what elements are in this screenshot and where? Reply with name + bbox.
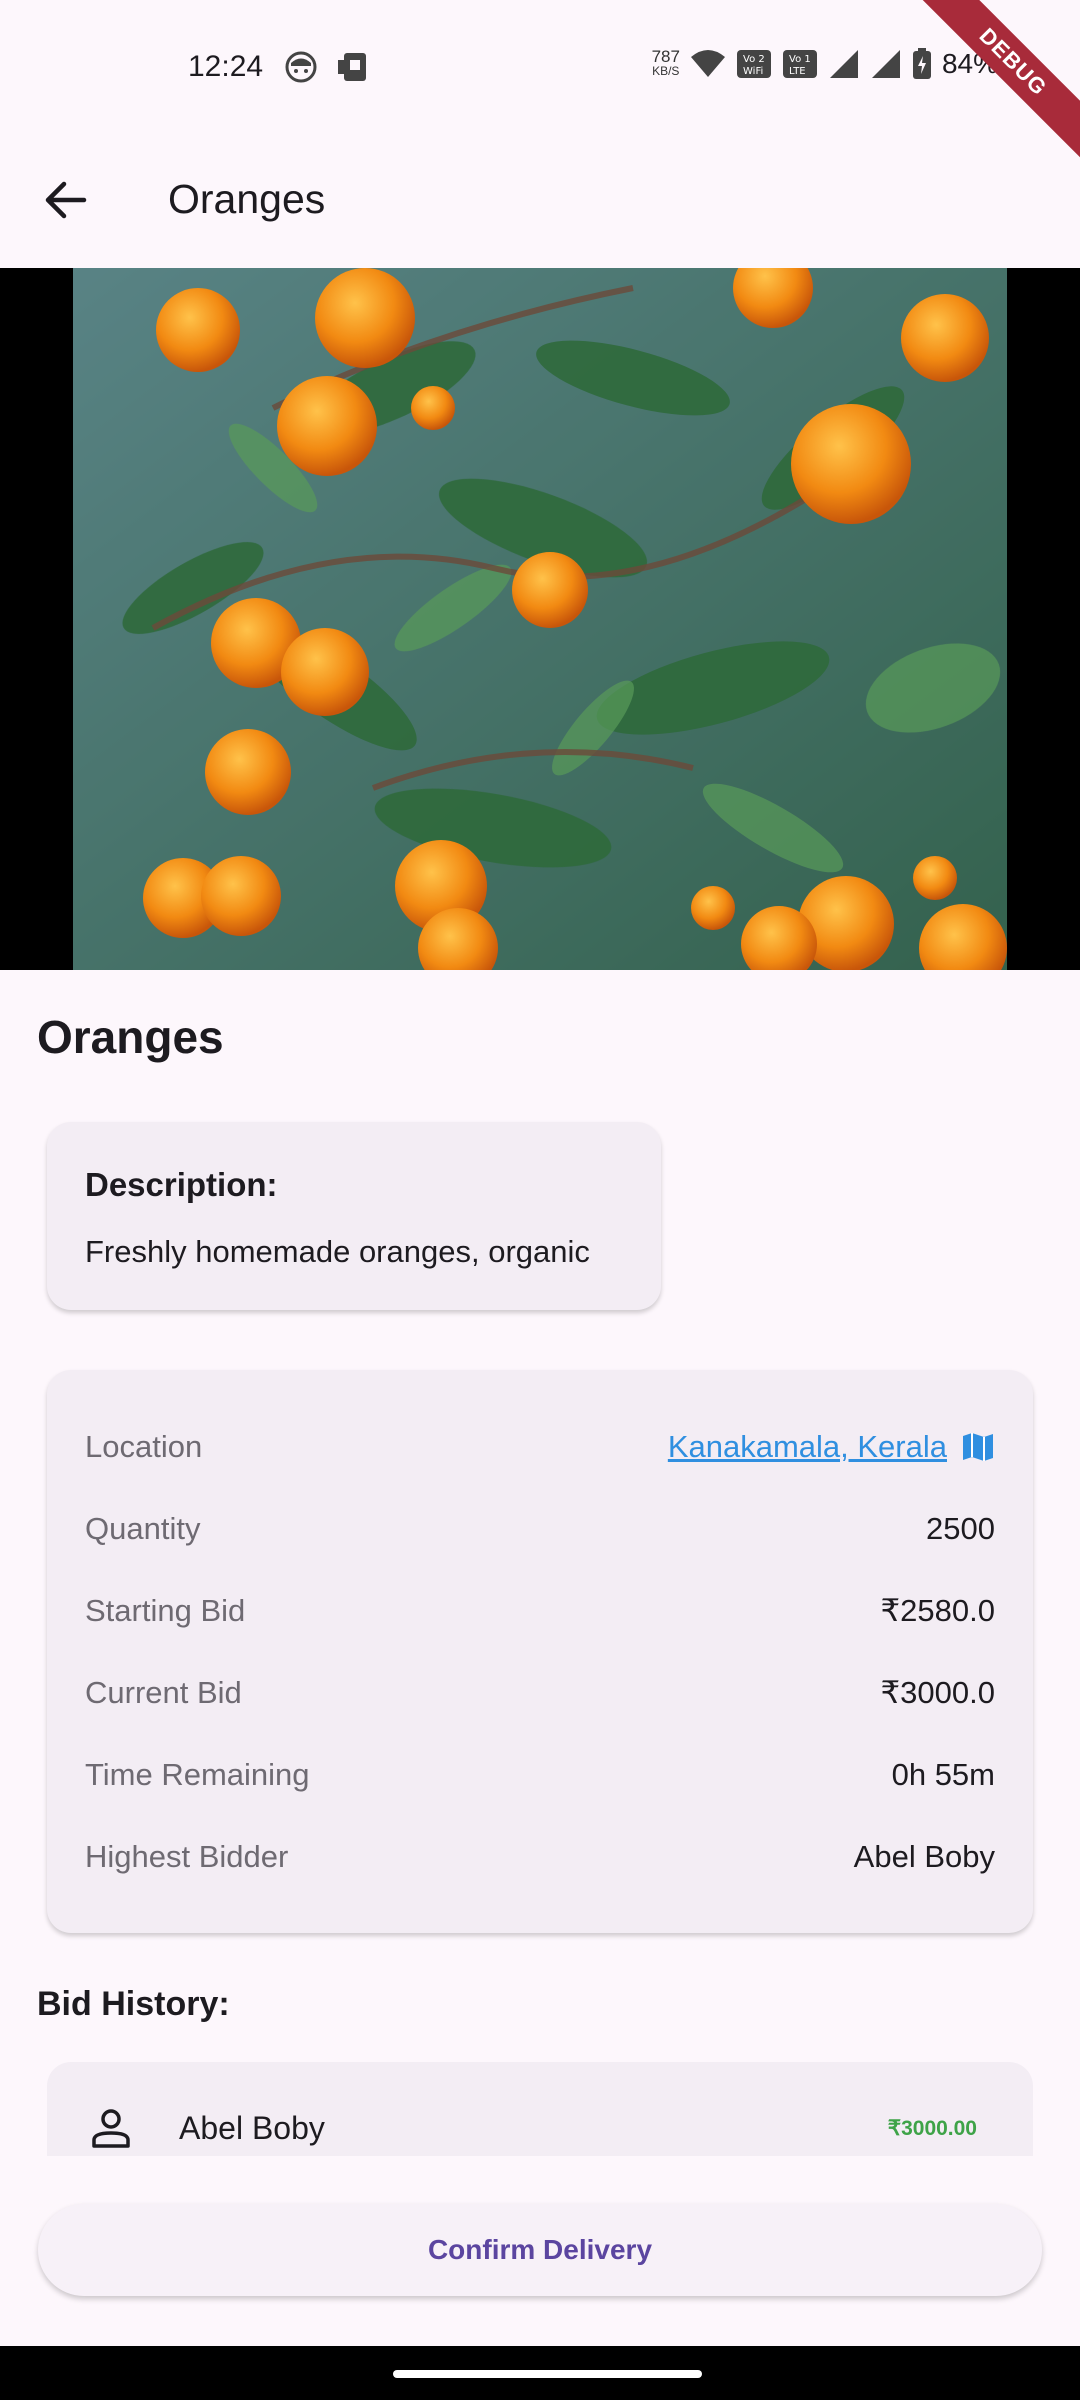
description-heading: Description: bbox=[85, 1166, 278, 1203]
signal-icon bbox=[871, 50, 900, 78]
quantity-value: 2500 bbox=[926, 1511, 995, 1546]
face-icon bbox=[285, 51, 317, 83]
vowifi-icon: Vo 2 WiFi bbox=[736, 50, 771, 78]
bid-history-heading: Bid History: bbox=[37, 1985, 230, 2023]
current-bid-value: ₹3000.0 bbox=[880, 1675, 995, 1710]
starting-bid-value: ₹2580.0 bbox=[880, 1593, 995, 1628]
page-title: Oranges bbox=[168, 176, 326, 222]
location-row: Location Kanakamala, Kerala bbox=[85, 1422, 995, 1472]
current-bid-row: Current Bid ₹3000.0 bbox=[85, 1668, 995, 1718]
person-icon bbox=[92, 2109, 130, 2148]
product-image bbox=[0, 268, 1080, 970]
time-remaining-row: Time Remaining 0h 55m bbox=[85, 1750, 995, 1800]
wifi-icon bbox=[690, 50, 725, 77]
location-label: Location bbox=[85, 1429, 203, 1464]
current-bid-label: Current Bid bbox=[85, 1675, 242, 1710]
svg-text:LTE: LTE bbox=[789, 66, 806, 77]
signal-icon bbox=[829, 50, 858, 78]
bid-amount: ₹3000.00 bbox=[887, 2117, 977, 2140]
system-nav-bar bbox=[0, 2346, 1080, 2400]
net-speed: 787 KB/S bbox=[651, 47, 680, 78]
svg-text:Vo 1: Vo 1 bbox=[789, 54, 811, 65]
product-name: Oranges bbox=[37, 1011, 224, 1063]
debug-banner: DEBUG bbox=[910, 0, 1080, 165]
confirm-delivery-button[interactable]: Confirm Delivery bbox=[38, 2204, 1042, 2296]
status-bar: 12:24 787 KB/S Vo 2 WiFi Vo 1 LTE 84% DE… bbox=[0, 0, 1080, 165]
description-text: Freshly homemade oranges, organic bbox=[85, 1234, 590, 1269]
map-icon bbox=[963, 1433, 993, 1461]
svg-text:WiFi: WiFi bbox=[743, 66, 763, 77]
list-item: Abel Boby ₹3000.00 bbox=[47, 2062, 1033, 2156]
battery-charging-icon bbox=[912, 48, 931, 79]
bidder-name: Abel Boby bbox=[179, 2110, 325, 2146]
description-card: Description: Freshly homemade oranges, o… bbox=[47, 1122, 661, 1310]
highest-bidder-row: Highest Bidder Abel Boby bbox=[85, 1832, 995, 1882]
highest-bidder-value: Abel Boby bbox=[853, 1839, 995, 1874]
sim-card-icon bbox=[338, 53, 366, 81]
starting-bid-label: Starting Bid bbox=[85, 1593, 246, 1628]
starting-bid-row: Starting Bid ₹2580.0 bbox=[85, 1586, 995, 1636]
status-time: 12:24 bbox=[188, 50, 264, 83]
orange-tree-photo bbox=[73, 268, 1007, 970]
highest-bidder-label: Highest Bidder bbox=[85, 1839, 289, 1874]
lte-icon: Vo 1 LTE bbox=[782, 50, 817, 78]
bid-history-list[interactable]: Abel Boby ₹3000.00 bbox=[0, 2040, 1080, 2156]
arrow-back-icon bbox=[45, 181, 87, 219]
time-remaining-value: 0h 55m bbox=[891, 1757, 995, 1792]
location-link[interactable]: Kanakamala, Kerala bbox=[668, 1429, 995, 1465]
svg-text:Vo 2: Vo 2 bbox=[743, 54, 765, 65]
time-remaining-label: Time Remaining bbox=[85, 1757, 310, 1792]
details-card: Location Kanakamala, Kerala Quantity 250… bbox=[47, 1370, 1033, 1933]
app-bar: Oranges bbox=[0, 150, 1080, 250]
back-button[interactable] bbox=[36, 170, 96, 230]
location-value: Kanakamala, Kerala bbox=[667, 1429, 947, 1464]
home-gesture-handle[interactable] bbox=[393, 2370, 702, 2378]
quantity-row: Quantity 2500 bbox=[85, 1504, 995, 1554]
quantity-label: Quantity bbox=[85, 1511, 201, 1546]
